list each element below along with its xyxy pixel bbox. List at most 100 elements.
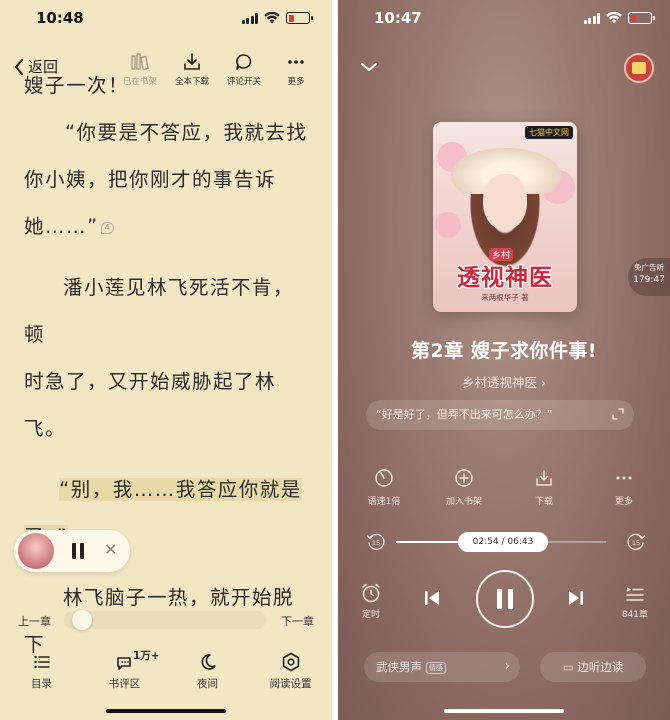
home-indicator[interactable] bbox=[444, 709, 564, 713]
wifi-icon bbox=[264, 12, 280, 24]
speed-label: 语速1倍 bbox=[367, 497, 401, 507]
text-line: 她……” bbox=[24, 215, 99, 238]
status-icons bbox=[583, 12, 655, 24]
previous-track-icon[interactable] bbox=[422, 588, 442, 608]
signal-icon bbox=[241, 12, 258, 24]
next-track-icon[interactable] bbox=[566, 588, 586, 608]
reader-screen: 10:48 返回 已在书架 全本下载 评论开关 更多 嫂子一次！ “你要是不答应… bbox=[0, 0, 332, 720]
battery-icon bbox=[286, 12, 313, 24]
download-icon bbox=[536, 470, 552, 486]
publisher-badge: 七猫中文网 bbox=[525, 126, 573, 139]
add-to-shelf-button[interactable]: 加入书架 bbox=[432, 468, 496, 507]
text-line: “你要是不答应，我就去找 bbox=[64, 121, 308, 144]
reading-settings-label: 阅读设置 bbox=[269, 678, 312, 690]
highlighted-text[interactable]: “别，我……我答应你就是 bbox=[59, 478, 302, 501]
speed-button[interactable]: 语速1倍 bbox=[352, 468, 416, 507]
text-line: 你小姨，把你刚才的事告诉 bbox=[24, 168, 277, 191]
gift-icon[interactable] bbox=[624, 53, 654, 83]
cover-character-face bbox=[483, 174, 527, 230]
signal-icon bbox=[583, 12, 600, 24]
pause-icon-bar bbox=[508, 589, 513, 609]
status-icons bbox=[241, 12, 313, 24]
chapter-count: 841章 bbox=[621, 610, 648, 620]
chapter-progress: 上一章 下一章 bbox=[0, 608, 332, 632]
toc-icon bbox=[33, 655, 50, 669]
comment-count-bubble[interactable]: 4 bbox=[100, 222, 114, 234]
reading-settings-button[interactable]: 阅读设置 bbox=[249, 652, 332, 696]
chapter-progress-knob[interactable] bbox=[72, 610, 93, 630]
reader-bottom-nav: 目录 1万+ 书评区 夜间 阅读设置 bbox=[0, 650, 332, 696]
close-icon[interactable]: ✕ bbox=[104, 540, 117, 559]
book-name-link[interactable]: 乡村透视神医 › bbox=[338, 372, 670, 391]
ad-free-listen-button[interactable]: 免广告听 179:47 bbox=[628, 258, 670, 296]
sleep-timer-button[interactable]: 定时 bbox=[360, 582, 382, 620]
wifi-icon bbox=[606, 12, 622, 24]
forward-15-icon[interactable]: 15 bbox=[626, 532, 646, 552]
text-line-with-comment: 她……” 4 bbox=[24, 203, 314, 250]
book-cover[interactable]: 七猫中文网 乡村 透视神医 来两根华子 著 bbox=[433, 122, 577, 312]
download-label: 下载 bbox=[534, 497, 553, 507]
text-line: “别，我……我答应你就是 bbox=[24, 466, 314, 513]
chevron-down-icon[interactable] bbox=[360, 58, 378, 76]
quote-bar[interactable]: “好是好了，但弄不出来可怎么办？” bbox=[366, 400, 634, 430]
playlist-icon bbox=[626, 587, 644, 601]
text-line: 时急了，又开始威胁起了林飞。 bbox=[24, 370, 277, 440]
cover-flower-decoration bbox=[435, 212, 461, 238]
ad-free-label: 免广告听 bbox=[634, 263, 664, 272]
review-area-button[interactable]: 1万+ 书评区 bbox=[83, 650, 166, 696]
previous-chapter-button[interactable]: 上一章 bbox=[18, 613, 51, 629]
review-area-label: 书评区 bbox=[108, 678, 141, 690]
chapter-list-button[interactable]: 841章 bbox=[622, 582, 648, 620]
voice-label: 武侠男声 bbox=[376, 660, 422, 674]
toc-label: 目录 bbox=[31, 678, 52, 690]
text-line: 潘小莲见林飞死活不肯，顿 bbox=[24, 276, 295, 346]
listen-and-read-button[interactable]: ▭ 边听边读 bbox=[540, 652, 646, 682]
cover-title: 透视神医 bbox=[457, 264, 553, 291]
chapter-progress-slider[interactable] bbox=[64, 611, 266, 629]
settings-icon bbox=[282, 652, 299, 672]
ad-free-time: 179:47 bbox=[633, 275, 665, 285]
home-indicator[interactable] bbox=[106, 709, 226, 713]
listen-and-read-label: 边听边读 bbox=[577, 660, 624, 674]
more-label: 更多 bbox=[614, 497, 633, 507]
forward-seconds: 15 bbox=[632, 539, 640, 547]
alarm-clock-icon bbox=[362, 583, 380, 603]
download-button[interactable]: 下载 bbox=[512, 468, 576, 507]
play-pause-button[interactable] bbox=[476, 570, 534, 628]
text-line: 嫂子一次！ bbox=[24, 74, 130, 97]
speed-icon bbox=[375, 469, 393, 487]
sleep-timer-label: 定时 bbox=[361, 610, 380, 620]
rewind-seconds: 15 bbox=[372, 539, 380, 547]
more-button[interactable]: 更多 bbox=[592, 468, 656, 507]
pause-icon-bar bbox=[497, 589, 502, 609]
rewind-15-icon[interactable]: 15 bbox=[366, 532, 386, 552]
voice-selector[interactable]: 武侠男声 情感 › bbox=[364, 652, 520, 682]
voice-tag: 情感 bbox=[426, 662, 446, 674]
status-bar: 10:48 bbox=[0, 0, 332, 40]
playback-controls: 定时 841章 bbox=[338, 570, 670, 630]
expand-icon[interactable] bbox=[612, 408, 624, 420]
quote-text: “好是好了，但弄不出来可怎么办？” bbox=[376, 408, 553, 421]
player-actions: 语速1倍 加入书架 下载 更多 bbox=[338, 468, 670, 507]
status-time: 10:47 bbox=[374, 9, 422, 27]
night-mode-button[interactable]: 夜间 bbox=[166, 652, 249, 696]
seek-bar: 15 02:54 / 06:43 15 bbox=[366, 530, 646, 554]
book-icon: ▭ bbox=[562, 660, 574, 674]
reader-text[interactable]: 嫂子一次！ “你要是不答应，我就去找 你小姨，把你刚才的事告诉 她……” 4 潘小… bbox=[24, 74, 314, 668]
status-time: 10:48 bbox=[36, 9, 84, 27]
toc-button[interactable]: 目录 bbox=[0, 652, 83, 696]
add-shelf-icon bbox=[455, 469, 473, 487]
pause-icon[interactable] bbox=[72, 543, 86, 559]
voice-row: 武侠男声 情感 › ▭ 边听边读 bbox=[364, 652, 646, 682]
mini-player-cover[interactable] bbox=[18, 533, 54, 569]
seek-time-label[interactable]: 02:54 / 06:43 bbox=[458, 532, 548, 552]
cover-author: 来两根华子 著 bbox=[481, 293, 529, 302]
audio-player-screen: 10:47 七猫中文网 乡村 透视神医 来两根华子 著 免广告听 179:47 … bbox=[338, 0, 670, 720]
mini-audio-player[interactable]: ✕ bbox=[14, 530, 130, 572]
review-icon bbox=[116, 657, 131, 670]
next-chapter-button[interactable]: 下一章 bbox=[281, 613, 314, 629]
review-count-badge: 1万+ bbox=[133, 650, 160, 662]
chevron-right-icon: › bbox=[504, 659, 510, 674]
chevron-left-icon bbox=[15, 58, 23, 75]
battery-icon bbox=[628, 12, 655, 24]
